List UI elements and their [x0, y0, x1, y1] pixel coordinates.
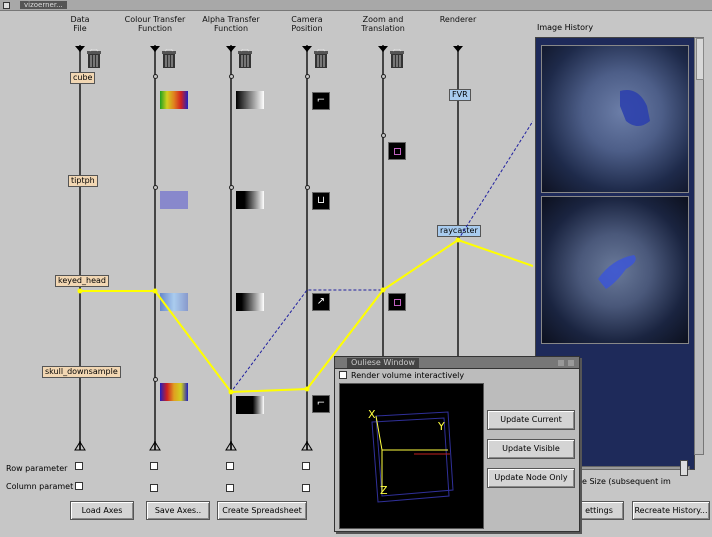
axis-label-x: X: [368, 408, 376, 421]
history-scrollbar[interactable]: [694, 37, 704, 455]
render-viewport[interactable]: X Y Z: [339, 383, 484, 529]
axis-label-y: Y: [437, 420, 445, 433]
row-param-checkbox[interactable]: [302, 462, 310, 470]
load-axes-button[interactable]: Load Axes: [70, 501, 134, 520]
col-param-checkbox[interactable]: [150, 484, 158, 492]
history-render-2: [598, 255, 636, 289]
settings-button[interactable]: ettings: [574, 501, 624, 520]
image-size-slider-thumb[interactable]: [680, 460, 688, 476]
col-param-checkbox[interactable]: [302, 484, 310, 492]
history-path-blue: [80, 120, 533, 393]
column-parameter-label: Column paramet: [6, 482, 74, 491]
row-param-checkbox[interactable]: [150, 462, 158, 470]
path-node: [304, 386, 310, 392]
col-param-checkbox[interactable]: [75, 482, 83, 490]
row-param-checkbox[interactable]: [75, 462, 83, 470]
create-spreadsheet-button[interactable]: Create Spreadsheet: [217, 501, 307, 520]
path-node: [152, 288, 158, 294]
row-param-checkbox[interactable]: [226, 462, 234, 470]
history-render-1: [620, 90, 650, 126]
update-current-button[interactable]: Update Current: [487, 410, 575, 430]
render-interactively-checkbox[interactable]: [339, 371, 347, 379]
path-node: [228, 389, 234, 395]
axes-render: X Y Z: [368, 408, 454, 503]
window-menu-icon[interactable]: [3, 2, 10, 9]
image-history-title: Image History: [537, 23, 594, 32]
path-node: [455, 237, 461, 243]
history-thumbnail[interactable]: [541, 45, 689, 193]
image-size-label: age Size (subsequent im: [572, 477, 671, 486]
render-subwindow: Ouliese Window Render volume interactive…: [334, 356, 580, 532]
render-interactively-label: Render volume interactively: [351, 371, 465, 380]
path-node: [77, 288, 83, 294]
window-titlebar: vizoerner...: [0, 0, 712, 11]
close-icon[interactable]: [568, 360, 574, 366]
save-axes-button[interactable]: Save Axes..: [146, 501, 210, 520]
update-node-only-button[interactable]: Update Node Only: [487, 468, 575, 488]
update-visible-button[interactable]: Update Visible: [487, 439, 575, 459]
window-title: vizoerner...: [20, 1, 67, 9]
recreate-history-button[interactable]: Recreate History...: [632, 501, 710, 520]
row-parameter-label: Row parameter: [6, 464, 68, 473]
minimize-icon[interactable]: [558, 360, 564, 366]
path-node: [380, 287, 386, 293]
subwindow-title: Ouliese Window: [347, 358, 419, 368]
col-param-checkbox[interactable]: [226, 484, 234, 492]
history-thumbnail[interactable]: [541, 196, 689, 344]
subwindow-titlebar[interactable]: Ouliese Window: [335, 357, 579, 369]
axis-label-z: Z: [380, 484, 388, 497]
